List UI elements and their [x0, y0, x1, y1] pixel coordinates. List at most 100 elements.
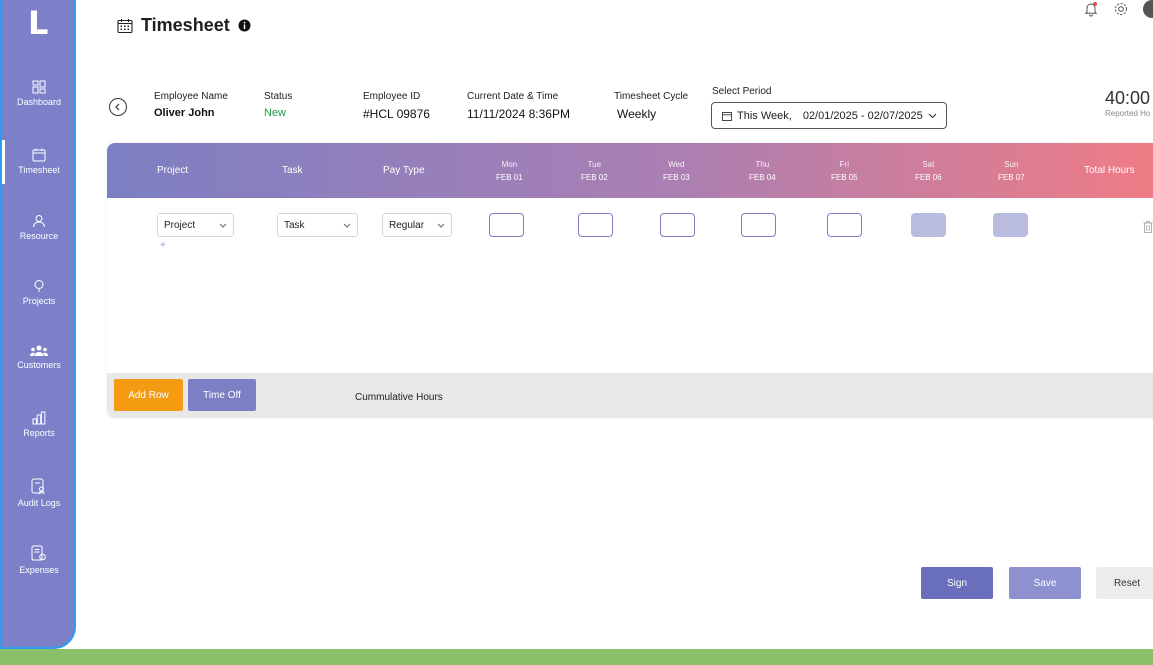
sidebar-item-reports[interactable]: Reports [2, 411, 76, 438]
reported-hours-value: 40:00 [1105, 88, 1151, 108]
day-label: Wed [668, 159, 685, 169]
period-week: This Week, [737, 109, 792, 122]
day-label: Tue [587, 159, 602, 169]
reported-hours-label: Reported Ho [1105, 109, 1151, 118]
app-logo: L [28, 4, 49, 42]
day-label: Sat [922, 159, 935, 169]
hours-input-thu[interactable] [741, 213, 776, 237]
pay-type-select[interactable]: Regular [382, 213, 452, 237]
hours-input-fri[interactable] [827, 213, 862, 237]
cycle-value: Weekly [617, 107, 657, 121]
sidebar-item-audit-logs[interactable]: Audit Logs [2, 478, 76, 508]
calendar-icon [117, 18, 133, 33]
hours-input-mon[interactable] [489, 213, 524, 237]
sidebar-item-projects[interactable]: Projects [2, 279, 76, 306]
project-select[interactable]: Project [157, 213, 234, 237]
column-header-fri: Fri FEB 05 [831, 143, 858, 198]
employee-name-field: Employee Name Oliver John [154, 91, 228, 119]
cycle-label: Timesheet Cycle [614, 91, 689, 102]
project-select-value: Project [164, 219, 196, 231]
employee-id-value: #HCL 09876 [363, 107, 430, 121]
calendar-icon [32, 148, 46, 162]
time-off-button[interactable]: Time Off [188, 379, 256, 411]
task-select-value: Task [284, 219, 305, 231]
column-header-sun: Sun FEB 07 [998, 143, 1025, 198]
save-button[interactable]: Save [1009, 567, 1081, 599]
top-icons [1083, 0, 1153, 18]
column-header-wed: Wed FEB 03 [663, 143, 690, 198]
period-label: Select Period [712, 86, 772, 97]
period-range: 02/01/2025 - 02/07/2025 [802, 109, 923, 122]
calendar-icon [722, 111, 732, 121]
bottom-strip [0, 649, 1153, 665]
date-label: FEB 03 [663, 172, 690, 182]
datetime-field: Current Date & Time 11/11/2024 8:36PM [467, 91, 570, 121]
info-icon[interactable] [238, 19, 251, 32]
day-label: Mon [501, 159, 518, 169]
day-label: Sun [1004, 159, 1019, 169]
add-sub-row-button[interactable]: + [160, 240, 166, 251]
avatar[interactable] [1143, 0, 1153, 18]
employee-id-label: Employee ID [363, 91, 421, 102]
cycle-field: Timesheet Cycle Weekly [614, 91, 688, 121]
add-row-button[interactable]: Add Row [114, 379, 183, 411]
lightbulb-icon [34, 280, 44, 292]
chevron-down-icon [343, 223, 351, 228]
sign-button[interactable]: Sign [921, 567, 993, 599]
user-icon [33, 215, 45, 228]
sidebar-item-label: Audit Logs [17, 498, 61, 508]
chevron-down-icon [437, 223, 445, 228]
task-select[interactable]: Task [277, 213, 358, 237]
back-button[interactable] [109, 98, 127, 116]
status-badge: New [264, 107, 287, 119]
date-label: FEB 04 [749, 172, 776, 182]
table-header: Project Task Pay Type Mon FEB 01 Tue FEB 0… [107, 143, 1153, 198]
column-header-pay-type: Pay Type [383, 165, 425, 176]
chevron-down-icon [219, 223, 227, 228]
sidebar-item-timesheet[interactable]: Timesheet [2, 140, 76, 184]
notification-bell-icon[interactable] [1083, 1, 1099, 17]
employee-id-field: Employee ID #HCL 09876 [363, 91, 430, 121]
column-header-total: Total Hours [1084, 165, 1135, 176]
sidebar-item-label: Customers [17, 360, 61, 370]
hours-input-sun [993, 213, 1028, 237]
employee-name-value: Oliver John [154, 107, 215, 119]
sidebar-item-label: Projects [22, 296, 56, 306]
dashboard-icon [32, 80, 46, 94]
column-header-task: Task [282, 165, 303, 176]
users-group-icon [30, 345, 48, 356]
reset-button[interactable]: Reset [1096, 567, 1153, 599]
date-label: FEB 05 [831, 172, 858, 182]
hours-input-wed[interactable] [660, 213, 695, 237]
page-header: Timesheet [117, 15, 251, 36]
sidebar-item-expenses[interactable]: Expenses [2, 545, 76, 575]
cumulative-hours-label: Cummulative Hours [355, 392, 443, 403]
timesheet-table: Project Task Pay Type Mon FEB 01 Tue FEB 0… [107, 143, 1153, 418]
chevron-down-icon [928, 113, 937, 118]
datetime-value: 11/11/2024 8:36PM [467, 107, 570, 121]
sidebar-item-customers[interactable]: Customers [2, 345, 76, 370]
sidebar-item-dashboard[interactable]: Dashboard [2, 80, 76, 107]
date-label: FEB 07 [998, 172, 1025, 182]
hours-input-tue[interactable] [578, 213, 613, 237]
sidebar-item-label: Resource [19, 231, 59, 241]
period-select[interactable]: This Week, 02/01/2025 - 02/07/2025 [711, 102, 947, 129]
date-label: FEB 01 [496, 172, 523, 182]
date-label: FEB 02 [581, 172, 608, 182]
chevron-left-icon [115, 103, 120, 111]
pay-type-select-value: Regular [389, 219, 425, 231]
sidebar-item-label: Expenses [19, 565, 59, 575]
trash-icon[interactable] [1143, 221, 1153, 233]
column-header-thu: Thu FEB 04 [749, 143, 776, 198]
bar-chart-icon [32, 411, 46, 425]
day-label: Fri [839, 159, 849, 169]
audit-doc-icon [31, 478, 45, 495]
status-label: Status [264, 91, 293, 102]
sidebar-item-label: Dashboard [16, 97, 62, 107]
sidebar: L Dashboard Timesheet Resource Projects … [0, 0, 76, 649]
employee-name-label: Employee Name [154, 91, 228, 102]
date-label: FEB 06 [915, 172, 942, 182]
day-label: Thu [755, 159, 770, 169]
sidebar-item-resource[interactable]: Resource [2, 214, 76, 241]
gear-icon[interactable] [1113, 1, 1129, 17]
